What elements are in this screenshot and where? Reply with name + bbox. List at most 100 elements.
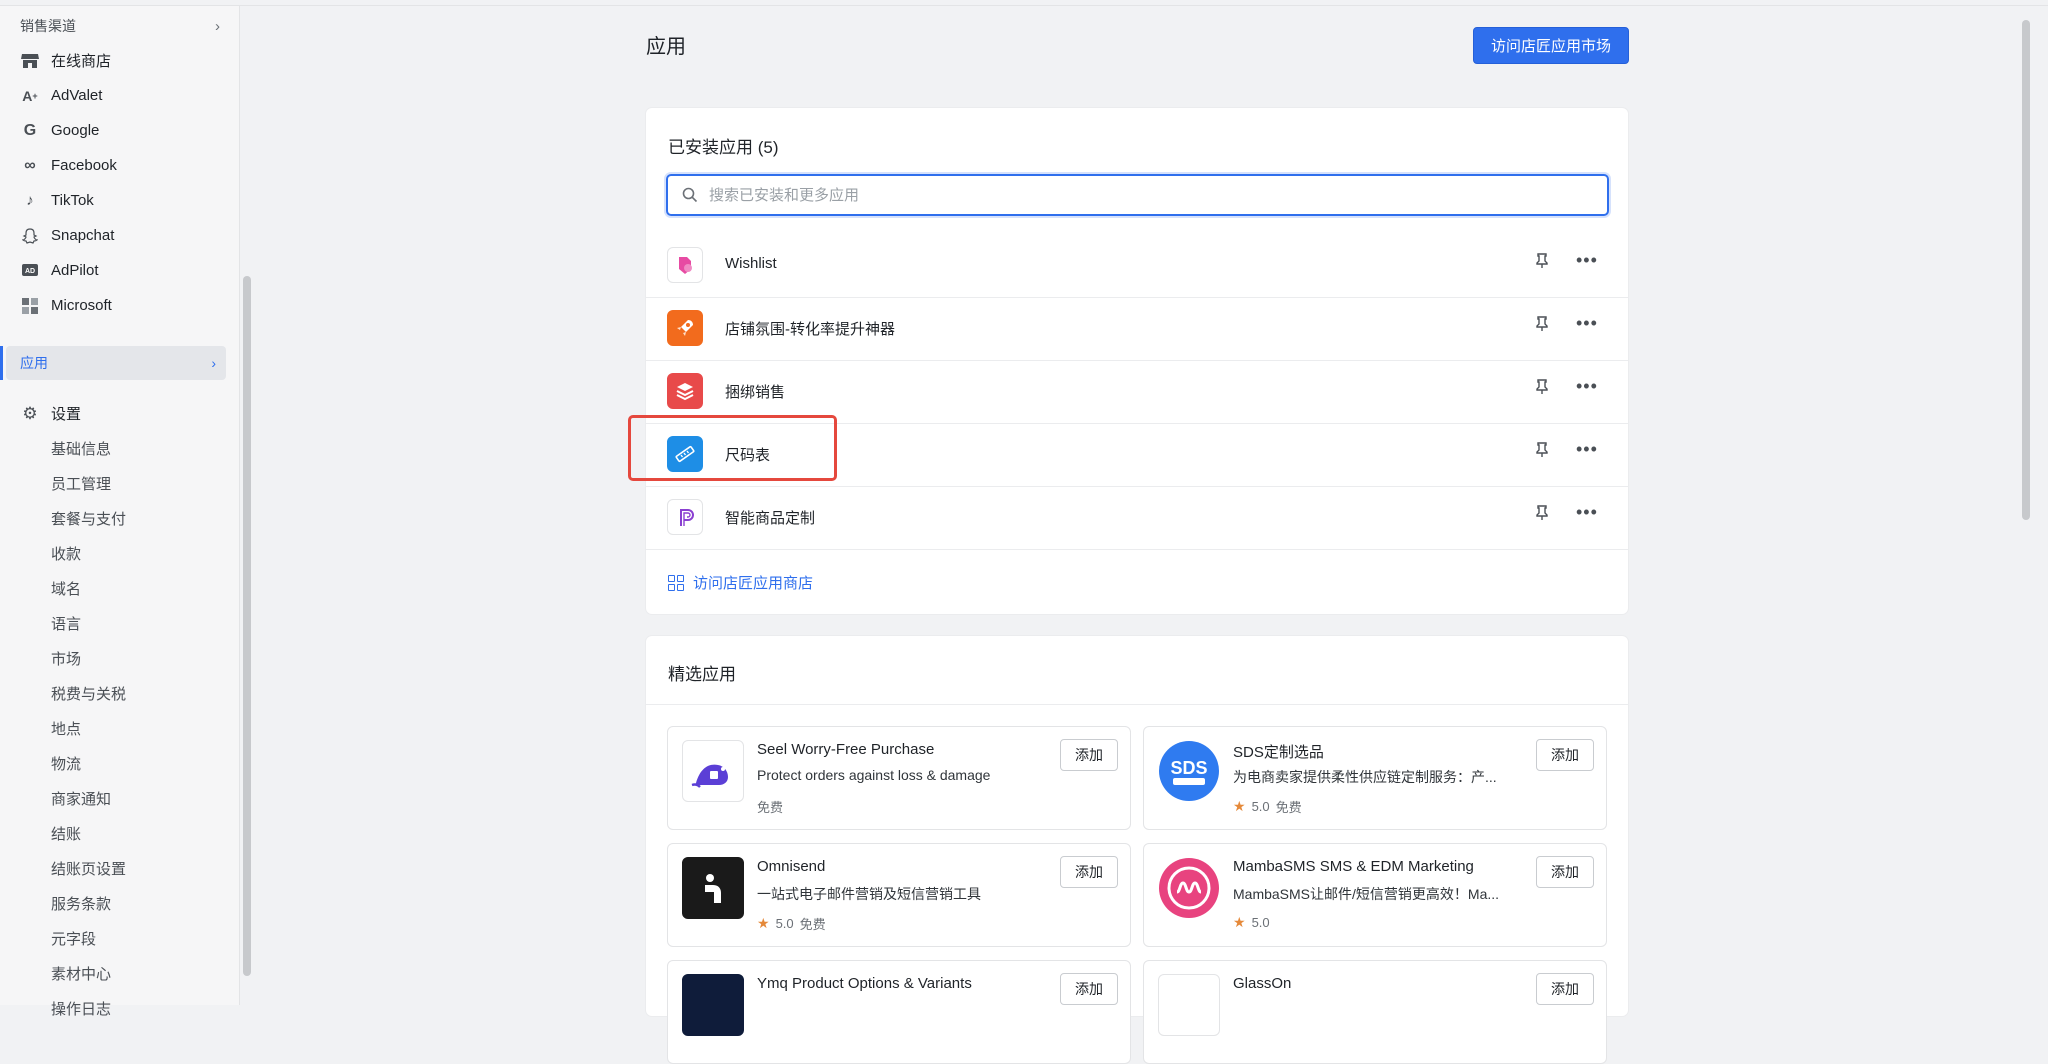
featured-app-name[interactable]: SDS定制选品 — [1233, 741, 1324, 762]
sidebar-item-google[interactable]: G Google — [0, 113, 240, 148]
featured-app-card[interactable]: MambaSMS SMS & EDM Marketing MambaSMS让邮件… — [1143, 843, 1607, 947]
add-button[interactable]: 添加 — [1536, 739, 1594, 771]
sidebar-item-label: 设置 — [51, 406, 82, 423]
featured-app-name[interactable]: Seel Worry-Free Purchase — [757, 741, 934, 758]
installed-app-row[interactable]: Wishlist ••• — [646, 235, 1628, 298]
settings-item-plan-billing[interactable]: 套餐与支付 — [51, 501, 126, 536]
store-icon — [20, 51, 40, 71]
adpilot-icon: AD — [20, 261, 40, 281]
microsoft-icon — [20, 296, 40, 316]
more-actions-icon[interactable]: ••• — [1576, 250, 1598, 271]
divider — [646, 704, 1628, 705]
settings-item-languages[interactable]: 语言 — [51, 606, 81, 641]
featured-app-meta: ★ 5.0 — [1233, 914, 1270, 931]
google-icon: G — [23, 121, 37, 139]
pin-icon[interactable] — [1535, 316, 1549, 336]
featured-app-card[interactable]: Omnisend 一站式电子邮件营销及短信营销工具 ★ 5.0 免费 添加 — [667, 843, 1131, 947]
featured-app-desc: 一站式电子邮件营销及短信营销工具 — [757, 886, 981, 902]
sidebar-item-advalet[interactable]: A + AdValet — [0, 78, 240, 113]
sidebar-item-facebook[interactable]: ∞ Facebook — [0, 148, 240, 183]
add-button[interactable]: 添加 — [1060, 973, 1118, 1005]
settings-item-checkout[interactable]: 结账 — [51, 816, 81, 851]
star-icon: ★ — [757, 915, 770, 931]
main-scrollbar[interactable] — [2020, 6, 2048, 1005]
featured-app-name[interactable]: Ymq Product Options & Variants — [757, 975, 972, 992]
featured-app-name[interactable]: Omnisend — [757, 858, 825, 875]
rocket-icon — [667, 310, 703, 346]
search-box[interactable] — [666, 174, 1609, 216]
active-indicator — [0, 346, 3, 380]
installed-app-row[interactable]: 店铺氛围-转化率提升神器 ••• — [646, 298, 1628, 361]
sales-channels-label: 销售渠道 — [20, 18, 76, 34]
svg-text:AD: AD — [25, 268, 35, 275]
more-actions-icon[interactable]: ••• — [1576, 439, 1598, 460]
sidebar-item-label: TikTok — [51, 192, 94, 209]
settings-item-basic-info[interactable]: 基础信息 — [51, 431, 111, 466]
add-button[interactable]: 添加 — [1536, 973, 1594, 1005]
sidebar-item-online-store[interactable]: 在线商店 — [0, 43, 240, 78]
featured-app-meta: ★ 5.0 免费 — [757, 914, 826, 933]
more-actions-icon[interactable]: ••• — [1576, 313, 1598, 334]
seel-seal-icon — [682, 740, 744, 802]
featured-app-card[interactable]: Seel Worry-Free Purchase Protect orders … — [667, 726, 1131, 830]
settings-item-checkout-page[interactable]: 结账页设置 — [51, 851, 126, 886]
settings-item-notifications[interactable]: 商家通知 — [51, 781, 111, 816]
add-button[interactable]: 添加 — [1060, 856, 1118, 888]
pin-icon[interactable] — [1535, 253, 1549, 273]
settings-item-assets[interactable]: 素材中心 — [51, 956, 111, 991]
settings-item-domains[interactable]: 域名 — [51, 571, 81, 606]
sidebar-item-microsoft[interactable]: Microsoft — [0, 288, 240, 323]
pin-icon[interactable] — [1535, 379, 1549, 399]
settings-item-shipping[interactable]: 物流 — [51, 746, 81, 781]
app-name[interactable]: 捆绑销售 — [725, 381, 785, 402]
chevron-right-icon: › — [215, 17, 220, 35]
custom-p-icon — [667, 499, 703, 535]
sidebar-item-tiktok[interactable]: ♪ TikTok — [0, 183, 240, 218]
sidebar-scrollbar[interactable] — [243, 276, 251, 976]
settings-item-terms[interactable]: 服务条款 — [51, 886, 111, 921]
sales-channels-header[interactable]: 销售渠道 › — [0, 12, 240, 40]
sidebar-item-apps[interactable]: 应用 › — [6, 346, 226, 380]
settings-item-metafields[interactable]: 元字段 — [51, 921, 96, 956]
settings-item-taxes[interactable]: 税费与关税 — [51, 676, 126, 711]
add-button[interactable]: 添加 — [1060, 739, 1118, 771]
settings-item-logs[interactable]: 操作日志 — [51, 991, 111, 1026]
snapchat-icon — [20, 226, 40, 246]
sds-logo-icon: SDS — [1158, 740, 1220, 802]
search-icon — [682, 187, 698, 203]
app-name[interactable]: Wishlist — [725, 255, 777, 272]
settings-item-payments[interactable]: 收款 — [51, 536, 81, 571]
pin-icon[interactable] — [1535, 505, 1549, 525]
main-scrollbar-thumb[interactable] — [2022, 20, 2030, 520]
sidebar-item-adpilot[interactable]: AD AdPilot — [0, 253, 240, 288]
featured-apps-card: 精选应用 Seel Worry-Free Purchase Protect or… — [646, 636, 1628, 1064]
add-button[interactable]: 添加 — [1536, 856, 1594, 888]
more-actions-icon[interactable]: ••• — [1576, 376, 1598, 397]
featured-app-card[interactable]: GlassOn 添加 — [1143, 960, 1607, 1064]
visit-app-store-link[interactable]: 访问店匠应用商店 — [668, 572, 813, 593]
settings-item-staff[interactable]: 员工管理 — [51, 466, 111, 501]
sidebar-item-label: Microsoft — [51, 297, 112, 314]
visit-app-market-button[interactable]: 访问店匠应用市场 — [1473, 27, 1629, 64]
settings-item-markets[interactable]: 市场 — [51, 641, 81, 676]
app-name[interactable]: 智能商品定制 — [725, 507, 815, 528]
sidebar-item-settings[interactable]: ⚙ 设置 — [0, 396, 240, 431]
sidebar-item-label: Facebook — [51, 157, 117, 174]
pin-icon[interactable] — [1535, 442, 1549, 462]
sidebar-item-snapchat[interactable]: Snapchat — [0, 218, 240, 253]
settings-item-locations[interactable]: 地点 — [51, 711, 81, 746]
featured-app-desc: MambaSMS让邮件/短信营销更高效！Ma... — [1233, 886, 1500, 902]
chevron-right-icon: › — [211, 355, 216, 371]
apps-grid-icon — [668, 574, 684, 591]
featured-app-card[interactable]: SDS SDS定制选品 为电商卖家提供柔性供应链定制服务：产... ★ 5.0 … — [1143, 726, 1607, 830]
featured-app-desc: 为电商卖家提供柔性供应链定制服务：产... — [1233, 769, 1497, 785]
featured-app-name[interactable]: MambaSMS SMS & EDM Marketing — [1233, 858, 1474, 875]
featured-app-name[interactable]: GlassOn — [1233, 975, 1291, 992]
installed-app-row[interactable]: 智能商品定制 ••• — [646, 487, 1628, 550]
app-name[interactable]: 店铺氛围-转化率提升神器 — [725, 318, 895, 339]
more-actions-icon[interactable]: ••• — [1576, 502, 1598, 523]
rating-value: 5.0 — [1251, 799, 1270, 814]
omnisend-icon — [682, 857, 744, 919]
search-input[interactable] — [707, 185, 1587, 205]
featured-app-card[interactable]: Ymq Product Options & Variants 添加 — [667, 960, 1131, 1064]
